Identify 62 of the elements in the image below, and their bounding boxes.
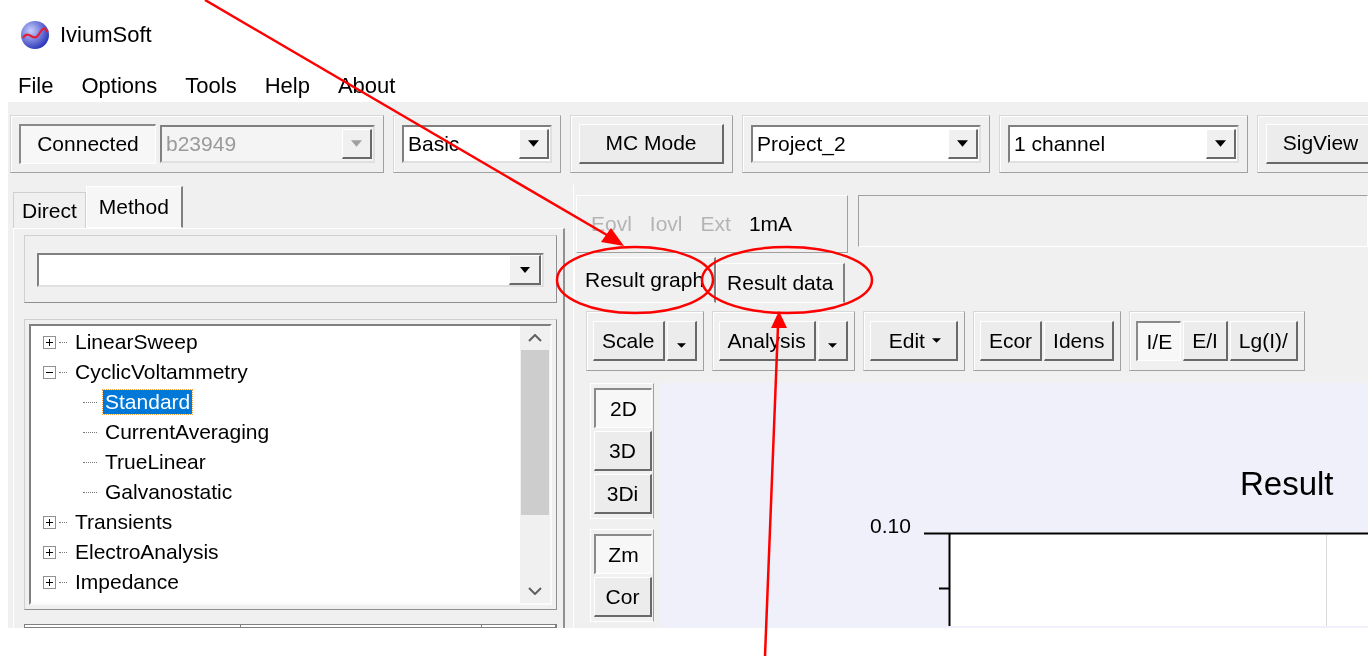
tree-item[interactable]: LinearSweep	[73, 330, 200, 354]
view-button[interactable]: 2D	[594, 388, 652, 428]
toolbar-button[interactable]: E/I	[1183, 321, 1228, 361]
toolbar-button[interactable]: I/E	[1136, 321, 1182, 361]
caret-icon	[931, 338, 941, 343]
status-indicator: Iovl	[649, 212, 683, 236]
tool-button[interactable]: Zm	[594, 534, 652, 574]
toolbar-button[interactable]: MC Mode	[579, 123, 724, 164]
tree-item[interactable]: Galvanostatic	[103, 480, 235, 504]
scrollbar[interactable]	[520, 326, 550, 603]
tree-item[interactable]: CyclicVoltammetry	[73, 360, 250, 384]
status-indicator: 1mA	[748, 212, 793, 236]
tree-item[interactable]: ElectroAnalysis	[73, 540, 221, 564]
menu-item[interactable]: File	[18, 73, 54, 99]
app-title: IviumSoft	[60, 22, 152, 48]
caret-icon	[1215, 139, 1226, 147]
toolbar-button[interactable]: Scale	[593, 321, 665, 361]
tree-item[interactable]: CurrentAveraging	[103, 420, 272, 444]
method-combo[interactable]	[37, 253, 544, 287]
tick-label: 0.10	[870, 514, 911, 537]
expander-icon[interactable]	[43, 335, 56, 349]
tool-button[interactable]: Cor	[594, 577, 652, 617]
dropdown-button[interactable]	[948, 128, 978, 159]
view-button[interactable]: 3D	[594, 431, 652, 471]
scroll-up-icon[interactable]	[528, 334, 542, 342]
status-indicator: Ext	[700, 212, 731, 236]
dropdown-button[interactable]	[509, 255, 541, 285]
tab[interactable]: Method	[85, 186, 183, 228]
toolbar-button[interactable]: Connected	[19, 123, 156, 164]
scroll-down-icon[interactable]	[528, 587, 542, 595]
expander-icon[interactable]	[43, 545, 56, 559]
tree-item[interactable]: TrueLinear	[103, 450, 208, 474]
combo-box[interactable]: 1 channel	[1008, 124, 1239, 163]
toolbar-button[interactable]: SigView	[1266, 123, 1368, 164]
caret-icon	[676, 342, 686, 348]
tab[interactable]: Result data	[716, 263, 846, 303]
caret-icon	[519, 266, 530, 273]
expander-icon[interactable]	[43, 575, 56, 589]
caret-icon	[528, 139, 539, 147]
expander-icon[interactable]	[43, 365, 56, 379]
caret-icon	[351, 139, 362, 147]
menu-item[interactable]: Tools	[185, 73, 237, 99]
tree-item[interactable]: Standard	[103, 390, 193, 414]
app-logo-icon	[20, 20, 50, 50]
tab[interactable]: Direct	[13, 192, 86, 228]
dropdown-button[interactable]	[1206, 128, 1236, 159]
expander-icon[interactable]	[43, 515, 56, 529]
menu-button[interactable]: Edit	[869, 321, 958, 361]
toolbar-button[interactable]: Lg(I)/	[1229, 321, 1298, 361]
menu-item[interactable]: Options	[81, 73, 158, 99]
toolbar-button[interactable]: Idens	[1044, 321, 1115, 361]
tree-item[interactable]: Impedance	[73, 570, 181, 594]
combo-box[interactable]: Project_2	[751, 124, 981, 163]
tree-item[interactable]: Transients	[73, 510, 175, 534]
dropdown-button[interactable]	[519, 128, 549, 159]
toolbar-button[interactable]: Ecor	[979, 321, 1043, 361]
view-button[interactable]: 3Di	[594, 474, 652, 514]
caret-icon	[957, 139, 968, 147]
caret-icon	[827, 342, 837, 348]
graph-title: Result	[1240, 465, 1334, 502]
menu-item[interactable]: Help	[264, 73, 310, 99]
scroll-thumb[interactable]	[521, 350, 549, 515]
